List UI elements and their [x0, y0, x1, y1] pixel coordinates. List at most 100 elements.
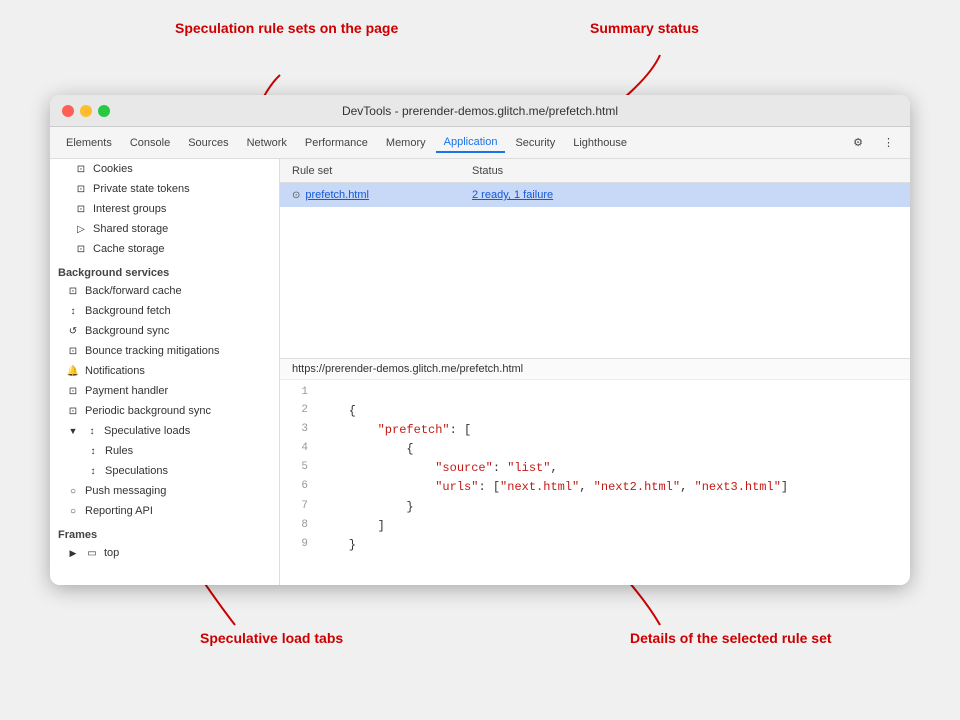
table-row[interactable]: ⊙ prefetch.html 2 ready, 1 failure — [280, 183, 910, 207]
code-line-9: 9 } — [280, 536, 910, 555]
sidebar-item-interest-groups[interactable]: ⊡ Interest groups — [50, 199, 279, 219]
line-num-5: 5 — [280, 459, 320, 478]
shared-storage-icon: ▷ — [74, 224, 88, 235]
minimize-button[interactable] — [80, 105, 92, 117]
maximize-button[interactable] — [98, 105, 110, 117]
tab-sources[interactable]: Sources — [180, 134, 236, 152]
settings-button[interactable]: ⚙ — [845, 133, 871, 152]
annotation-speculation-rule-sets: Speculation rule sets on the page — [175, 20, 398, 36]
sidebar: ⊡ Cookies ⊡ Private state tokens ⊡ Inter… — [50, 159, 280, 585]
sidebar-item-speculations[interactable]: ↕ Speculations — [50, 461, 279, 481]
background-fetch-icon: ↕ — [66, 306, 80, 317]
browser-window: DevTools - prerender-demos.glitch.me/pre… — [50, 95, 910, 585]
back-forward-icon: ⊡ — [66, 286, 80, 297]
tab-lighthouse[interactable]: Lighthouse — [565, 134, 635, 152]
table-area: Rule set Status ⊙ prefetch.html 2 ready,… — [280, 159, 910, 359]
speculative-loads-icon: ↕ — [85, 426, 99, 437]
notifications-icon: 🔔 — [66, 366, 80, 377]
background-sync-icon: ↺ — [66, 326, 80, 337]
close-button[interactable] — [62, 105, 74, 117]
line-content-8: ] — [320, 517, 385, 536]
sidebar-item-cookies[interactable]: ⊡ Cookies — [50, 159, 279, 179]
sidebar-item-bounce-tracking[interactable]: ⊡ Bounce tracking mitigations — [50, 341, 279, 361]
expand-arrow-icon: ▼ — [66, 426, 80, 436]
main-layout: ⊡ Cookies ⊡ Private state tokens ⊡ Inter… — [50, 159, 910, 585]
sidebar-item-shared-storage[interactable]: ▷ Shared storage — [50, 219, 279, 239]
annotation-details-selected-rule: Details of the selected rule set — [630, 630, 832, 646]
sidebar-item-push-messaging[interactable]: ○ Push messaging — [50, 481, 279, 501]
frame-expand-icon: ▶ — [66, 548, 80, 559]
row-icon: ⊙ — [292, 190, 300, 201]
column-status: Status — [472, 165, 898, 177]
code-line-7: 7 } — [280, 498, 910, 517]
private-state-icon: ⊡ — [74, 184, 88, 195]
tab-security[interactable]: Security — [507, 134, 563, 152]
tab-application[interactable]: Application — [436, 133, 506, 153]
code-line-6: 6 "urls": ["next.html", "next2.html", "n… — [280, 478, 910, 497]
cell-rule-set: ⊙ prefetch.html — [292, 189, 472, 201]
sidebar-item-top-frame[interactable]: ▶ ▭ top — [50, 543, 279, 563]
status-link[interactable]: 2 ready, 1 failure — [472, 189, 553, 201]
line-content-3: "prefetch": [ — [320, 421, 471, 440]
sidebar-item-private-state-tokens[interactable]: ⊡ Private state tokens — [50, 179, 279, 199]
cookies-icon: ⊡ — [74, 164, 88, 175]
annotation-speculative-load-tabs: Speculative load tabs — [200, 630, 343, 646]
frame-icon: ▭ — [85, 548, 99, 559]
line-num-9: 9 — [280, 536, 320, 555]
sidebar-item-rules[interactable]: ↕ Rules — [50, 441, 279, 461]
toolbar: Elements Console Sources Network Perform… — [50, 127, 910, 159]
sidebar-item-speculative-loads[interactable]: ▼ ↕ Speculative loads — [50, 421, 279, 441]
url-bar: https://prerender-demos.glitch.me/prefet… — [280, 359, 910, 380]
frames-header: Frames — [50, 521, 279, 543]
background-services-header: Background services — [50, 259, 279, 281]
rules-icon: ↕ — [86, 446, 100, 457]
sidebar-item-reporting-api[interactable]: ○ Reporting API — [50, 501, 279, 521]
code-line-4: 4 { — [280, 440, 910, 459]
line-content-6: "urls": ["next.html", "next2.html", "nex… — [320, 478, 788, 497]
line-content-9: } — [320, 536, 356, 555]
line-content-4: { — [320, 440, 414, 459]
code-line-2: 2 { — [280, 402, 910, 421]
toolbar-icons: ⚙ ⋮ — [845, 133, 902, 152]
line-num-6: 6 — [280, 478, 320, 497]
line-num-3: 3 — [280, 421, 320, 440]
code-line-5: 5 "source": "list", — [280, 459, 910, 478]
sidebar-item-notifications[interactable]: 🔔 Notifications — [50, 361, 279, 381]
cell-status: 2 ready, 1 failure — [472, 189, 898, 201]
sidebar-item-periodic-background-sync[interactable]: ⊡ Periodic background sync — [50, 401, 279, 421]
tab-memory[interactable]: Memory — [378, 134, 434, 152]
tab-performance[interactable]: Performance — [297, 134, 376, 152]
line-content-5: "source": "list", — [320, 459, 558, 478]
more-button[interactable]: ⋮ — [875, 133, 902, 152]
line-content-7: } — [320, 498, 414, 517]
sidebar-item-back-forward-cache[interactable]: ⊡ Back/forward cache — [50, 281, 279, 301]
tab-network[interactable]: Network — [239, 134, 295, 152]
tab-elements[interactable]: Elements — [58, 134, 120, 152]
sidebar-item-background-fetch[interactable]: ↕ Background fetch — [50, 301, 279, 321]
periodic-sync-icon: ⊡ — [66, 406, 80, 417]
sidebar-item-payment-handler[interactable]: ⊡ Payment handler — [50, 381, 279, 401]
annotation-summary-status: Summary status — [590, 20, 699, 36]
rule-set-link[interactable]: prefetch.html — [305, 189, 369, 201]
line-num-1: 1 — [280, 384, 320, 402]
code-line-8: 8 ] — [280, 517, 910, 536]
tab-console[interactable]: Console — [122, 134, 178, 152]
bottom-panel: https://prerender-demos.glitch.me/prefet… — [280, 359, 910, 585]
line-num-2: 2 — [280, 402, 320, 421]
speculations-icon: ↕ — [86, 466, 100, 477]
code-line-3: 3 "prefetch": [ — [280, 421, 910, 440]
line-content-2: { — [320, 402, 356, 421]
traffic-lights — [62, 105, 110, 117]
sidebar-item-background-sync[interactable]: ↺ Background sync — [50, 321, 279, 341]
payment-icon: ⊡ — [66, 386, 80, 397]
table-header: Rule set Status — [280, 159, 910, 183]
line-num-4: 4 — [280, 440, 320, 459]
code-area: 1 2 { 3 "prefetch": [ 4 { — [280, 380, 910, 585]
cache-storage-icon: ⊡ — [74, 244, 88, 255]
sidebar-item-cache-storage[interactable]: ⊡ Cache storage — [50, 239, 279, 259]
line-num-7: 7 — [280, 498, 320, 517]
column-rule-set: Rule set — [292, 165, 472, 177]
line-num-8: 8 — [280, 517, 320, 536]
reporting-api-icon: ○ — [66, 506, 80, 517]
code-line-1: 1 — [280, 384, 910, 402]
